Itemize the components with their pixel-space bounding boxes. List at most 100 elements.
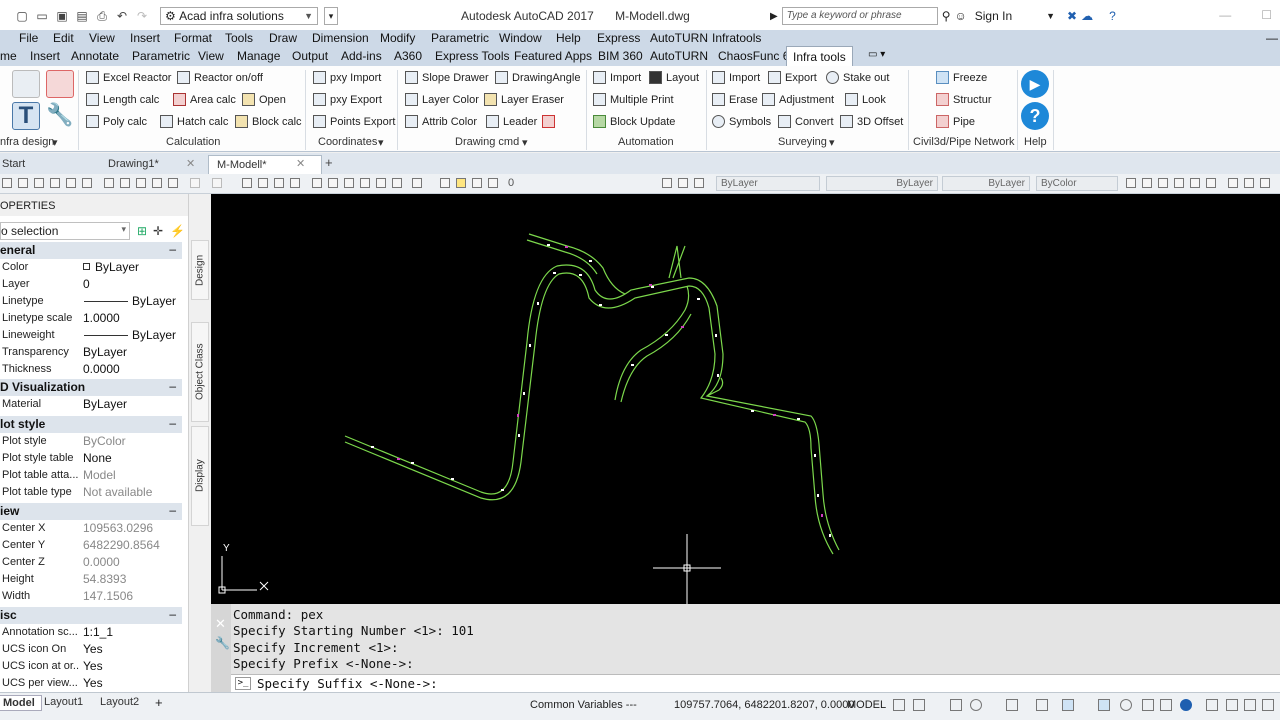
qat-customize-button[interactable]: ▾ bbox=[324, 7, 338, 25]
a360-icon[interactable]: ☁ bbox=[1081, 9, 1093, 23]
help-icon[interactable]: ? bbox=[1109, 9, 1116, 23]
lock-icon[interactable] bbox=[488, 178, 498, 188]
tab-a360[interactable]: A360 bbox=[394, 49, 422, 63]
undo-icon[interactable]: ↶ bbox=[114, 8, 130, 24]
menu-view[interactable]: View bbox=[89, 31, 115, 45]
hatch-calc-button[interactable]: Hatch calc bbox=[160, 115, 228, 128]
sun-icon[interactable] bbox=[472, 178, 482, 188]
cut-icon[interactable] bbox=[104, 178, 114, 188]
property-row[interactable]: UCS icon On Yes bbox=[0, 641, 182, 658]
tab-bim360[interactable]: BIM 360 bbox=[598, 49, 643, 63]
text-tool-icon[interactable]: T bbox=[12, 102, 40, 130]
toggle-pickadd-icon[interactable]: ⊞ bbox=[137, 224, 147, 238]
property-row[interactable]: UCS per view... Yes bbox=[0, 675, 182, 692]
tab-addins[interactable]: Add-ins bbox=[341, 49, 382, 63]
modify-icon[interactable] bbox=[1260, 178, 1270, 188]
modify-icon[interactable] bbox=[1244, 178, 1254, 188]
pxy-export-button[interactable]: pxy Export bbox=[313, 93, 382, 106]
chevron-down-icon[interactable]: ▾ bbox=[829, 136, 835, 149]
menu-more-icon[interactable]: — bbox=[1266, 31, 1278, 45]
panel-title-automation[interactable]: Automation bbox=[618, 136, 674, 148]
sign-in-link[interactable]: Sign In bbox=[975, 9, 1012, 23]
slope-drawer-button[interactable]: Slope Drawer bbox=[405, 71, 489, 84]
menu-dimension[interactable]: Dimension bbox=[312, 31, 369, 45]
tool-icon[interactable] bbox=[152, 178, 162, 188]
pan-icon[interactable] bbox=[242, 178, 252, 188]
quick-select-icon[interactable]: ⚡ bbox=[170, 224, 185, 238]
tab-autoturn[interactable]: AutoTURN bbox=[650, 49, 708, 63]
snap-icon[interactable] bbox=[913, 699, 925, 711]
open-button[interactable]: Open bbox=[242, 93, 286, 106]
tab-insert[interactable]: Insert bbox=[30, 49, 60, 63]
layout-tab-layout2[interactable]: Layout2 bbox=[94, 695, 145, 709]
survey-export-button[interactable]: Export bbox=[768, 71, 817, 84]
ribbon-options-icon[interactable]: ▭ ▾ bbox=[868, 49, 885, 60]
close-icon[interactable]: ✕ bbox=[215, 616, 226, 632]
exchange-icon[interactable]: ✖ bbox=[1067, 9, 1077, 23]
auto-import-button[interactable]: Import bbox=[593, 71, 641, 84]
properties-icon[interactable] bbox=[312, 178, 322, 188]
redo-icon[interactable]: ↷ bbox=[134, 8, 150, 24]
new-tab-icon[interactable]: + bbox=[325, 155, 333, 170]
file-tab-drawing1[interactable]: Drawing1* bbox=[100, 155, 167, 174]
file-tab-start[interactable]: Start bbox=[0, 155, 33, 174]
play-icon[interactable]: ▶ bbox=[1021, 70, 1049, 98]
property-row[interactable]: Height 54.8393 bbox=[0, 571, 182, 588]
panel-title-calculation[interactable]: Calculation bbox=[166, 136, 220, 148]
chevron-down-icon[interactable]: ▾ bbox=[522, 136, 528, 149]
markup-icon[interactable] bbox=[376, 178, 386, 188]
look-button[interactable]: Look bbox=[845, 93, 886, 106]
panel-title-help[interactable]: Help bbox=[1024, 136, 1047, 148]
property-row[interactable]: Width 147.1506 bbox=[0, 588, 182, 605]
workspace-select[interactable]: ⚙ Acad infra solutions ▼ bbox=[160, 7, 318, 25]
tab-parametric[interactable]: Parametric bbox=[132, 49, 190, 63]
tab-annotate[interactable]: Annotate bbox=[71, 49, 119, 63]
design-center-icon[interactable] bbox=[328, 178, 338, 188]
help-icon[interactable] bbox=[412, 178, 422, 188]
customize-icon[interactable] bbox=[1226, 699, 1238, 711]
section-plot-style[interactable]: lot style – bbox=[0, 416, 182, 433]
tab-infra-tools[interactable]: Infra tools bbox=[786, 46, 853, 66]
redo-icon[interactable] bbox=[212, 178, 222, 188]
calculator-icon[interactable] bbox=[392, 178, 402, 188]
wrench-icon[interactable]: 🔧 bbox=[46, 102, 74, 130]
modify-icon[interactable] bbox=[1190, 178, 1200, 188]
menu-modify[interactable]: Modify bbox=[380, 31, 415, 45]
layout-button[interactable]: Layout bbox=[649, 71, 699, 84]
property-row[interactable]: Plot table type Not available bbox=[0, 484, 182, 501]
undo-icon[interactable] bbox=[190, 178, 200, 188]
workspace-gear-icon[interactable] bbox=[1120, 699, 1132, 711]
copy-icon[interactable] bbox=[120, 178, 130, 188]
points-export-button[interactable]: Points Export bbox=[313, 115, 395, 128]
excel-reactor-button[interactable]: Excel Reactor bbox=[86, 71, 171, 84]
chevron-down-icon[interactable]: ▾ bbox=[52, 136, 58, 149]
layer-eraser-button[interactable]: Layer Eraser bbox=[484, 93, 564, 106]
help-icon[interactable]: ? bbox=[1021, 102, 1049, 130]
menu-parametric[interactable]: Parametric bbox=[431, 31, 489, 45]
3d-offset-button[interactable]: 3D Offset bbox=[840, 115, 903, 128]
chevron-down-icon[interactable]: ▼ bbox=[1046, 11, 1055, 21]
menu-express[interactable]: Express bbox=[597, 31, 640, 45]
layer-color-button[interactable]: Layer Color bbox=[405, 93, 479, 106]
plus-icon[interactable] bbox=[1142, 699, 1154, 711]
poly-calc-button[interactable]: Poly calc bbox=[86, 115, 147, 128]
panel-title-infra-design[interactable]: nfra design bbox=[0, 136, 54, 148]
tool-icon[interactable] bbox=[2, 178, 12, 188]
side-tab-display[interactable]: Display bbox=[191, 426, 209, 526]
new-file-icon[interactable]: ▢ bbox=[14, 8, 30, 24]
infra-tool-icon[interactable] bbox=[12, 70, 40, 98]
layer-tool-icon[interactable] bbox=[694, 178, 704, 188]
pxy-import-button[interactable]: pxy Import bbox=[313, 71, 381, 84]
drawing-angle-button[interactable]: DrawingAngle bbox=[495, 71, 580, 84]
lightbulb-icon[interactable] bbox=[456, 178, 466, 188]
block-update-button[interactable]: Block Update bbox=[593, 115, 675, 128]
modify-icon[interactable] bbox=[1206, 178, 1216, 188]
property-row[interactable]: Lineweight ByLayer bbox=[0, 327, 182, 344]
save-as-icon[interactable]: ▤ bbox=[74, 8, 90, 24]
open-file-icon[interactable]: ▭ bbox=[34, 8, 50, 24]
paste-icon[interactable] bbox=[136, 178, 146, 188]
search-expand-icon[interactable]: ▶ bbox=[770, 11, 778, 22]
stake-out-button[interactable]: Stake out bbox=[826, 71, 889, 84]
adjustment-button[interactable]: Adjustment bbox=[762, 93, 834, 106]
selection-select[interactable]: o selection ▾ bbox=[0, 222, 130, 240]
